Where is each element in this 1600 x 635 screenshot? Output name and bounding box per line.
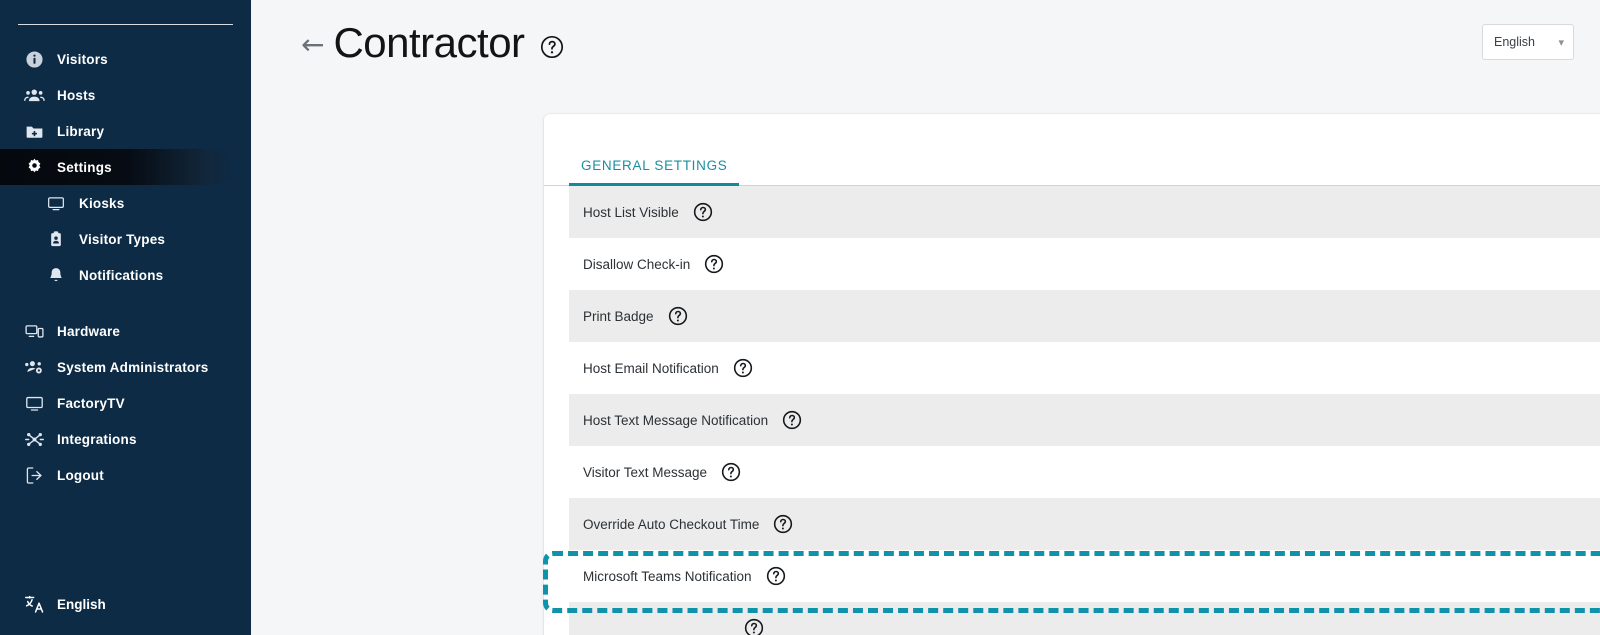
sidebar-item-label: Logout: [57, 467, 104, 483]
devices-icon: [23, 320, 45, 342]
settings-row: Override Auto Checkout Time: [569, 498, 1600, 550]
settings-row-label: Visitor Text Message: [583, 464, 708, 480]
sidebar-item-label: Hosts: [57, 87, 96, 103]
chevron-down-icon: ▾: [1558, 35, 1564, 49]
main-content: ← Contractor English ▾ GENERAL SETTINGS …: [251, 0, 1600, 635]
people-gear-icon: [23, 356, 45, 378]
sidebar-item-kiosks[interactable]: Kiosks: [0, 185, 251, 221]
settings-row: Disallow Check-in: [569, 238, 1600, 290]
sidebar-item-label: System Administrators: [57, 359, 209, 375]
settings-row: Host Text Message Notification: [569, 394, 1600, 446]
settings-row-label: Disallow Check-in: [583, 256, 691, 272]
app-root: Visitors Hosts Library Settings Kiosks Visito…: [0, 0, 1600, 635]
integrations-icon: [23, 428, 45, 450]
sidebar-item-label: Integrations: [57, 431, 137, 447]
sidebar-item-settings[interactable]: Settings: [0, 149, 234, 185]
monitor-icon: [46, 192, 66, 214]
help-circle-icon[interactable]: [693, 202, 713, 222]
monitor-icon: [23, 392, 45, 414]
title-help-icon[interactable]: [540, 35, 564, 59]
settings-row: Print Badge: [569, 290, 1600, 342]
help-circle-icon[interactable]: [773, 514, 793, 534]
sidebar-nav: Visitors Hosts Library Settings Kiosks Visito…: [0, 41, 251, 493]
gear-icon: [23, 156, 45, 178]
sidebar-item-label: Hardware: [57, 323, 121, 339]
page-title: Contractor: [333, 19, 525, 66]
help-circle-icon[interactable]: [721, 462, 741, 482]
info-circle-icon: [23, 48, 45, 70]
badge-icon: [46, 228, 66, 250]
settings-row: Microsoft Teams Notification: [569, 550, 1600, 602]
sidebar-divider: [18, 24, 233, 25]
bell-icon: [46, 264, 66, 286]
settings-row: Visitor Text Message: [569, 446, 1600, 498]
settings-row-label: Override Auto Checkout Time: [583, 516, 760, 532]
settings-row: Host List Visible: [569, 186, 1600, 238]
sidebar-item-integrations[interactable]: Integrations: [0, 421, 251, 457]
sidebar-item-label: Kiosks: [79, 195, 125, 211]
settings-row-label: Host Email Notification: [583, 360, 719, 376]
settings-row-partial: [569, 602, 1600, 635]
sidebar-item-label: Notifications: [79, 267, 164, 283]
sidebar-item-label: Visitors: [57, 51, 108, 67]
sidebar-item-notifications[interactable]: Notifications: [0, 257, 251, 293]
settings-card: GENERAL SETTINGS Host List Visible Disal…: [544, 114, 1600, 635]
sidebar-item-factorytv[interactable]: FactoryTV: [0, 385, 251, 421]
settings-row-label: Host Text Message Notification: [583, 412, 769, 428]
sidebar-language-switcher[interactable]: English: [0, 593, 251, 615]
sidebar-item-visitor-types[interactable]: Visitor Types: [0, 221, 251, 257]
help-circle-icon[interactable]: [766, 566, 786, 586]
folder-plus-icon: [23, 120, 45, 142]
sidebar-item-system-administrators[interactable]: System Administrators: [0, 349, 251, 385]
back-arrow-icon[interactable]: ←: [301, 31, 324, 59]
language-select[interactable]: English ▾: [1482, 24, 1574, 60]
sidebar-item-label: Settings: [57, 159, 112, 175]
settings-row: Host Email Notification: [569, 342, 1600, 394]
help-circle-icon[interactable]: [733, 358, 753, 378]
sidebar-item-label: FactoryTV: [57, 395, 125, 411]
sidebar-item-label: Visitor Types: [79, 231, 166, 247]
sidebar: Visitors Hosts Library Settings Kiosks Visito…: [0, 0, 251, 635]
people-icon: [23, 84, 45, 106]
tab-bar: GENERAL SETTINGS: [544, 114, 1600, 186]
translate-icon: [23, 593, 45, 615]
sidebar-language-label: English: [57, 596, 106, 612]
help-circle-icon[interactable]: [704, 254, 724, 274]
logout-icon: [23, 464, 45, 486]
sidebar-item-hardware[interactable]: Hardware: [0, 313, 251, 349]
help-circle-icon[interactable]: [782, 410, 802, 430]
sidebar-item-hosts[interactable]: Hosts: [0, 77, 251, 113]
sidebar-item-label: Library: [57, 123, 105, 139]
settings-row-label: Microsoft Teams Notification: [583, 568, 752, 584]
help-circle-icon[interactable]: [744, 618, 764, 635]
sidebar-item-logout[interactable]: Logout: [0, 457, 251, 493]
tab-general-settings[interactable]: GENERAL SETTINGS: [569, 158, 740, 186]
settings-row-label: Print Badge: [583, 308, 654, 324]
page-header: ← Contractor English ▾: [251, 0, 1600, 86]
sidebar-item-visitors[interactable]: Visitors: [0, 41, 251, 77]
settings-row-label: Host List Visible: [583, 204, 679, 220]
language-select-value: English: [1494, 35, 1535, 49]
settings-list: Host List Visible Disallow Check-in Prin…: [544, 186, 1600, 635]
help-circle-icon[interactable]: [668, 306, 688, 326]
sidebar-item-library[interactable]: Library: [0, 113, 251, 149]
